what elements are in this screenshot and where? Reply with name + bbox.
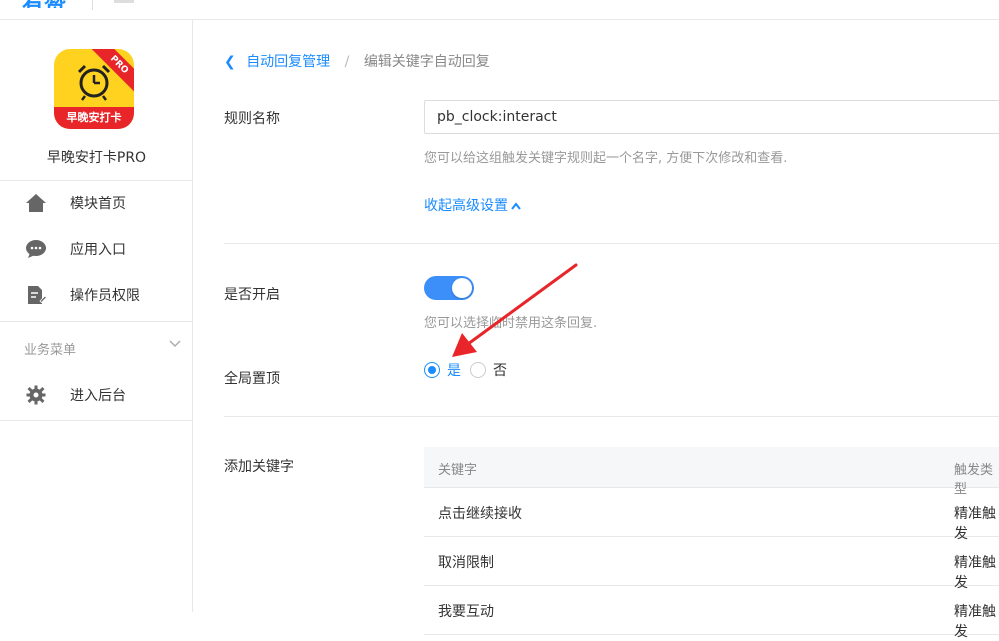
keywords-table: 关键字 触发类型 点击继续接收 精准触发 取消限制 精准触发 我要互动 精准触发 (424, 447, 999, 640)
keyword-cell: 我要互动 (438, 604, 494, 620)
radio-no[interactable] (470, 362, 486, 378)
enabled-toggle[interactable] (424, 276, 474, 300)
sidebar-item-label: 进入后台 (70, 388, 126, 404)
radio-yes[interactable] (424, 362, 440, 378)
top-bar: 有赞 (0, 0, 999, 20)
enabled-label: 是否开启 (224, 287, 280, 303)
breadcrumb-separator: / (344, 54, 350, 70)
sidebar-item-label: 模块首页 (70, 196, 126, 212)
sidebar: PRO 早晚安打卡 早晚安打卡PRO 模块首页 应用入口 操作员权限 业务菜单 (0, 20, 193, 612)
brand-logo[interactable]: 有赞 (22, 0, 70, 8)
alarm-clock-icon (77, 64, 111, 101)
global-top-yes-option[interactable]: 是 (424, 361, 461, 379)
main-content: ❮ 自动回复管理 / 编辑关键字自动回复 规则名称 您可以给这组触发关键字规则起… (194, 20, 999, 640)
keyword-cell: 取消限制 (438, 555, 494, 571)
breadcrumb-current: 编辑关键字自动回复 (363, 54, 490, 70)
document-edit-icon (28, 286, 47, 304)
rule-name-label: 规则名称 (224, 111, 280, 127)
global-top-label: 全局置顶 (224, 371, 280, 387)
home-icon (26, 194, 46, 212)
column-header-keyword: 关键字 (438, 463, 478, 478)
app-icon-band: 早晚安打卡 (54, 107, 134, 129)
section-divider (224, 416, 999, 417)
sidebar-item-operator-permissions[interactable]: 操作员权限 (0, 272, 193, 318)
breadcrumb-parent-link[interactable]: 自动回复管理 (246, 54, 330, 70)
table-header: 关键字 触发类型 (424, 447, 999, 497)
table-row[interactable]: 点击继续接收 精准触发 (424, 488, 999, 542)
sidebar-item-entry[interactable]: 应用入口 (0, 226, 193, 272)
chevron-left-icon[interactable]: ❮ (224, 54, 236, 70)
table-row[interactable]: 取消限制 精准触发 (424, 537, 999, 591)
section-divider (224, 243, 999, 244)
rule-name-help: 您可以给这组触发关键字规则起一个名字, 方便下次修改和查看. (424, 151, 788, 166)
global-top-no-option[interactable]: 否 (470, 361, 507, 379)
collapse-advanced-label: 收起高级设置 (424, 198, 508, 214)
keyword-cell: 点击继续接收 (438, 506, 522, 522)
sidebar-group-label: 业务菜单 (24, 343, 77, 358)
sidebar-item-label: 应用入口 (70, 242, 126, 258)
breadcrumb: ❮ 自动回复管理 / 编辑关键字自动回复 (224, 51, 490, 71)
topbar-divider (92, 0, 93, 10)
gear-icon (26, 385, 46, 405)
chevron-down-icon[interactable] (168, 336, 182, 350)
sidebar-divider (0, 321, 193, 322)
radio-yes-label: 是 (447, 363, 461, 379)
trigger-type-cell: 精准触发 (954, 604, 996, 640)
sidebar-item-home[interactable]: 模块首页 (0, 180, 193, 226)
topbar-menu-icon[interactable] (114, 0, 134, 3)
rule-name-input[interactable] (424, 100, 999, 134)
sidebar-item-backend[interactable]: 进入后台 (0, 372, 193, 418)
radio-no-label: 否 (493, 363, 507, 379)
sidebar-divider (0, 420, 193, 421)
app-icon: PRO 早晚安打卡 (54, 49, 134, 129)
toggle-knob (452, 278, 472, 298)
chat-bubble-icon (26, 240, 46, 258)
collapse-advanced-link[interactable]: 收起高级设置 (424, 195, 521, 215)
sidebar-item-label: 操作员权限 (70, 288, 140, 304)
table-row[interactable]: 我要互动 精准触发 (424, 586, 999, 640)
chevron-up-icon (511, 202, 521, 210)
enabled-help: 您可以选择临时禁用这条回复. (424, 316, 598, 331)
keywords-label: 添加关键字 (224, 459, 294, 475)
app-name: 早晚安打卡PRO (46, 150, 147, 166)
